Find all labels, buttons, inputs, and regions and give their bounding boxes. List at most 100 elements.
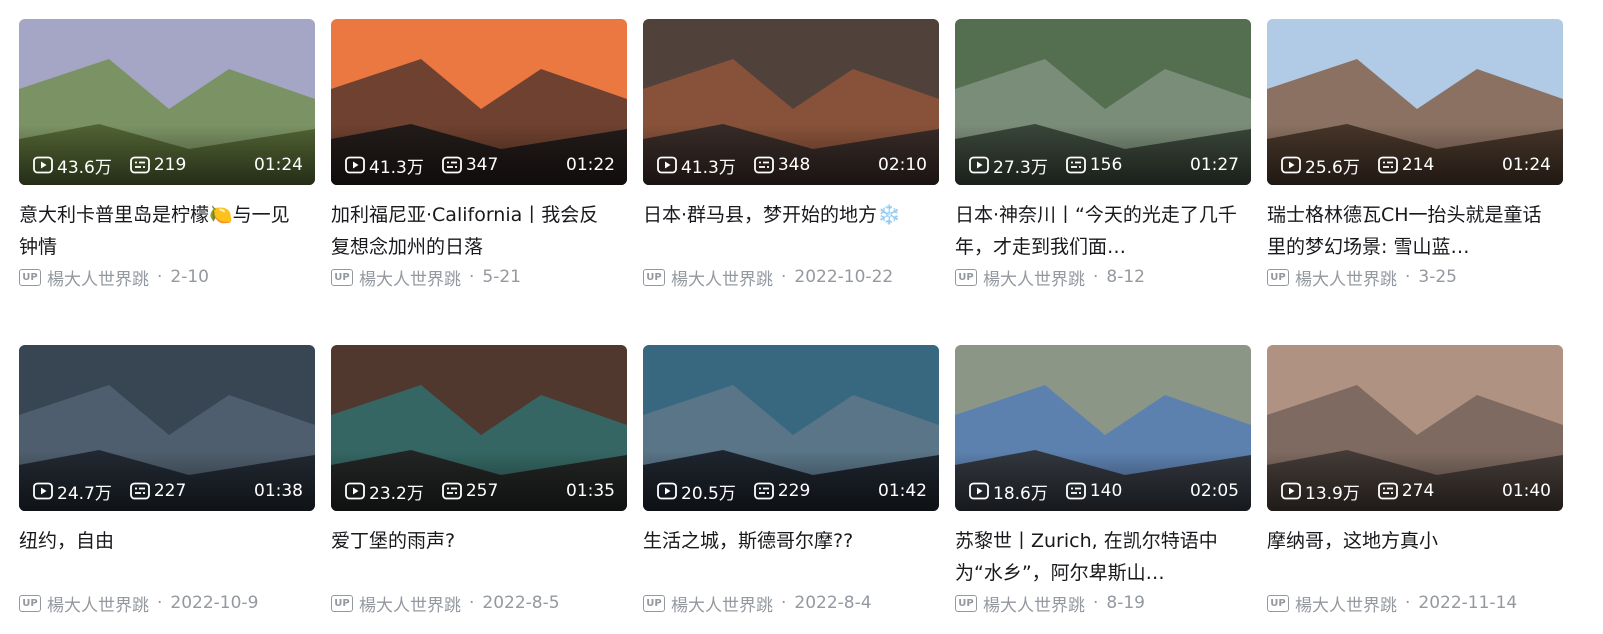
video-stats: 18.6万 140 02:05 xyxy=(969,480,1239,504)
publish-date: 2022-10-9 xyxy=(170,593,259,613)
video-duration: 02:10 xyxy=(878,155,927,175)
video-thumbnail[interactable]: 20.5万 229 01:42 xyxy=(643,345,939,511)
comment-count: 347 xyxy=(441,155,498,175)
video-thumbnail[interactable]: 43.6万 219 01:24 xyxy=(19,19,315,185)
video-duration: 01:38 xyxy=(254,481,303,501)
author-name[interactable]: 楊大人世界跳 xyxy=(359,265,461,290)
video-card[interactable]: 13.9万 274 01:40 摩纳哥，这地方真小 UP 楊大人世界跳 · 20… xyxy=(1267,345,1563,616)
up-icon: UP xyxy=(331,594,353,612)
video-stats: 25.6万 214 01:24 xyxy=(1281,154,1551,178)
video-card[interactable]: 25.6万 214 01:24 瑞士格林德瓦CH一抬头就是童话里的梦幻场景: 雪… xyxy=(1267,19,1563,290)
publish-date: 3-25 xyxy=(1418,267,1457,287)
video-title[interactable]: 日本·神奈川丨“今天的光走了几千年，才走到我们面… xyxy=(955,199,1251,263)
video-card[interactable]: 27.3万 156 01:27 日本·神奈川丨“今天的光走了几千年，才走到我们面… xyxy=(955,19,1251,290)
video-title[interactable]: 加利福尼亚·California丨我会反复想念加州的日落 xyxy=(331,199,627,263)
video-title[interactable]: 苏黎世丨Zurich, 在凯尔特语中为“水乡”，阿尔卑斯山… xyxy=(955,525,1251,589)
video-thumbnail[interactable]: 41.3万 348 02:10 xyxy=(643,19,939,185)
video-card[interactable]: 41.3万 348 02:10 日本·群马县，梦开始的地方❄️ UP 楊大人世界… xyxy=(643,19,939,290)
up-icon: UP xyxy=(643,268,665,286)
video-card[interactable]: 43.6万 219 01:24 意大利卡普里岛是柠檬🍋与一见钟情 UP 楊大人世… xyxy=(19,19,315,290)
author-name[interactable]: 楊大人世界跳 xyxy=(671,265,773,290)
video-thumbnail[interactable]: 18.6万 140 02:05 xyxy=(955,345,1251,511)
comment-count: 227 xyxy=(129,481,187,501)
author-name[interactable]: 楊大人世界跳 xyxy=(47,591,149,616)
video-title[interactable]: 瑞士格林德瓦CH一抬头就是童话里的梦幻场景: 雪山蓝… xyxy=(1267,199,1563,263)
video-stats: 23.2万 257 01:35 xyxy=(345,479,615,504)
video-title[interactable]: 爱丁堡的雨声? xyxy=(331,525,627,589)
author-name[interactable]: 楊大人世界跳 xyxy=(1295,591,1397,616)
danmaku-icon xyxy=(129,482,150,500)
author-name[interactable]: 楊大人世界跳 xyxy=(1295,265,1397,290)
video-title[interactable]: 摩纳哥，这地方真小 xyxy=(1267,525,1563,589)
author-name[interactable]: 楊大人世界跳 xyxy=(983,265,1085,290)
play-count-icon xyxy=(969,156,989,174)
view-count-text: 13.9万 xyxy=(1305,483,1360,504)
danmaku-icon xyxy=(1065,156,1086,174)
video-duration: 01:24 xyxy=(1502,155,1551,175)
publish-date: 2022-11-14 xyxy=(1418,593,1518,613)
video-meta: UP 楊大人世界跳 · 2022-8-4 xyxy=(643,591,939,616)
view-count: 23.2万 xyxy=(345,479,424,504)
publish-date: 5-21 xyxy=(482,267,521,287)
up-icon: UP xyxy=(1267,268,1289,286)
video-thumbnail[interactable]: 27.3万 156 01:27 xyxy=(955,19,1251,185)
video-stats: 41.3万 347 01:22 xyxy=(345,153,615,178)
comment-count-text: 257 xyxy=(465,481,499,501)
view-count: 41.3万 xyxy=(345,153,424,178)
separator-dot: · xyxy=(1093,593,1099,613)
play-count-icon xyxy=(33,156,53,174)
separator-dot: · xyxy=(157,593,163,613)
video-card[interactable]: 23.2万 257 01:35 爱丁堡的雨声? UP 楊大人世界跳 · 2022… xyxy=(331,345,627,616)
video-thumbnail[interactable]: 25.6万 214 01:24 xyxy=(1267,19,1563,185)
view-count: 13.9万 xyxy=(1281,479,1360,504)
video-title[interactable]: 纽约，自由 xyxy=(19,525,315,589)
video-meta: UP 楊大人世界跳 · 2022-11-14 xyxy=(1267,591,1563,616)
comment-count: 348 xyxy=(753,155,811,175)
view-count-text: 24.7万 xyxy=(57,483,112,504)
danmaku-icon xyxy=(129,156,150,174)
video-card[interactable]: 24.7万 227 01:38 纽约，自由 UP 楊大人世界跳 · 2022-1… xyxy=(19,345,315,616)
view-count-text: 18.6万 xyxy=(993,483,1048,504)
author-name[interactable]: 楊大人世界跳 xyxy=(359,591,461,616)
play-count-icon xyxy=(33,482,53,500)
separator-dot: · xyxy=(1405,593,1411,613)
play-count-icon xyxy=(345,156,365,174)
video-stats: 43.6万 219 01:24 xyxy=(33,154,303,178)
video-duration: 01:27 xyxy=(1190,155,1239,175)
video-thumbnail[interactable]: 13.9万 274 01:40 xyxy=(1267,345,1563,511)
comment-count: 219 xyxy=(129,155,186,175)
video-thumbnail[interactable]: 23.2万 257 01:35 xyxy=(331,345,627,511)
video-stats: 24.7万 227 01:38 xyxy=(33,480,303,504)
separator-dot: · xyxy=(1405,267,1411,287)
play-count-icon xyxy=(657,482,677,500)
video-card[interactable]: 41.3万 347 01:22 加利福尼亚·California丨我会反复想念加… xyxy=(331,19,627,290)
danmaku-icon xyxy=(441,482,462,500)
author-name[interactable]: 楊大人世界跳 xyxy=(47,265,149,290)
video-meta: UP 楊大人世界跳 · 8-12 xyxy=(955,265,1251,290)
video-title[interactable]: 日本·群马县，梦开始的地方❄️ xyxy=(643,199,939,263)
comment-count-text: 227 xyxy=(153,481,187,501)
view-count: 20.5万 xyxy=(657,479,736,504)
video-duration: 01:40 xyxy=(1502,481,1551,501)
video-title[interactable]: 意大利卡普里岛是柠檬🍋与一见钟情 xyxy=(19,199,315,263)
video-meta: UP 楊大人世界跳 · 2022-8-5 xyxy=(331,591,627,616)
up-icon: UP xyxy=(955,268,977,286)
video-thumbnail[interactable]: 41.3万 347 01:22 xyxy=(331,19,627,185)
separator-dot: · xyxy=(469,267,475,287)
comment-count: 214 xyxy=(1377,155,1434,175)
video-card[interactable]: 20.5万 229 01:42 生活之城，斯德哥尔摩?? UP 楊大人世界跳 ·… xyxy=(643,345,939,616)
comment-count-text: 348 xyxy=(777,155,811,175)
video-thumbnail[interactable]: 24.7万 227 01:38 xyxy=(19,345,315,511)
author-name[interactable]: 楊大人世界跳 xyxy=(671,591,773,616)
separator-dot: · xyxy=(781,267,787,287)
danmaku-icon xyxy=(1065,482,1086,500)
video-card[interactable]: 18.6万 140 02:05 苏黎世丨Zurich, 在凯尔特语中为“水乡”，… xyxy=(955,345,1251,616)
video-meta: UP 楊大人世界跳 · 8-19 xyxy=(955,591,1251,616)
separator-dot: · xyxy=(781,593,787,613)
play-count-icon xyxy=(969,482,989,500)
view-count: 41.3万 xyxy=(657,153,736,178)
view-count-text: 43.6万 xyxy=(57,157,112,178)
view-count: 27.3万 xyxy=(969,153,1048,178)
video-title[interactable]: 生活之城，斯德哥尔摩?? xyxy=(643,525,939,589)
author-name[interactable]: 楊大人世界跳 xyxy=(983,591,1085,616)
